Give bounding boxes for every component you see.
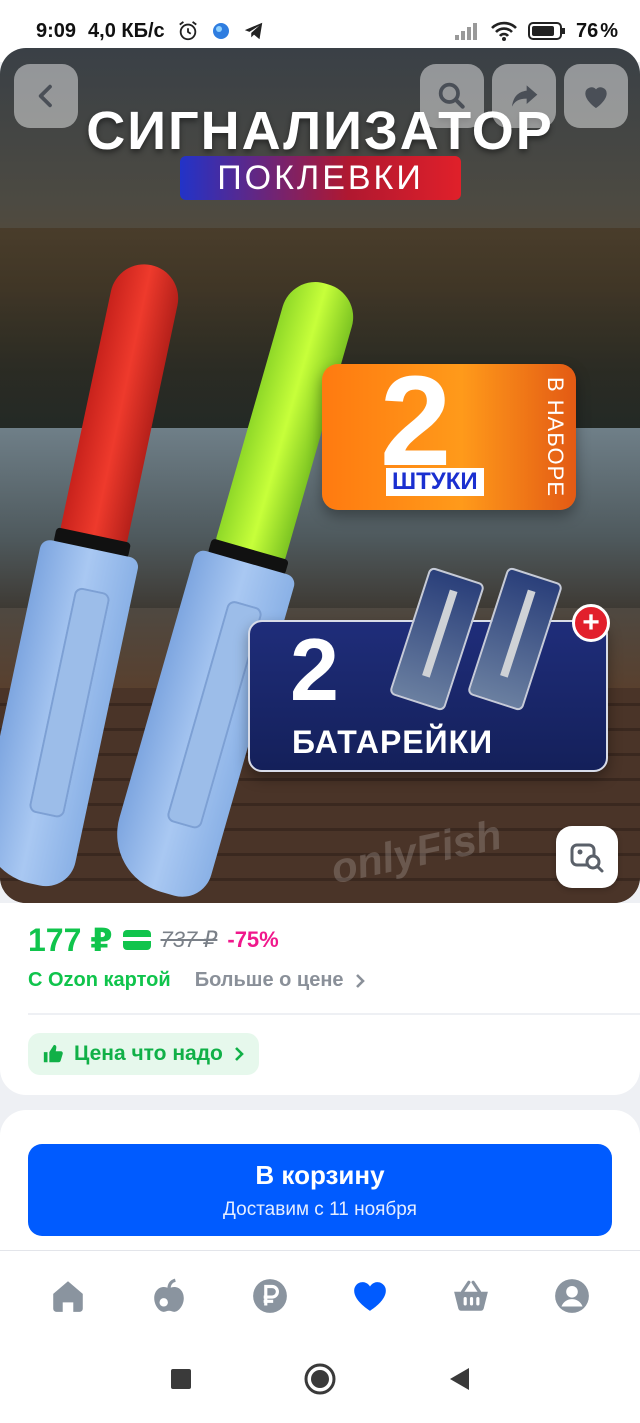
ozon-card-label: С Ozon картой [28, 969, 171, 991]
tab-profile[interactable] [542, 1266, 602, 1326]
add-to-cart-label: В корзину [255, 1160, 385, 1190]
quantity-number: 2 [380, 350, 452, 493]
current-price: 177 ₽ [28, 922, 113, 958]
quantity-badge: 2 ШТУКИ В НАБОРЕ [322, 358, 576, 510]
battery-level: 76 [575, 19, 599, 42]
battery-count: 2 [290, 620, 339, 719]
discount-percent: -75% [227, 927, 279, 952]
good-price-chip[interactable]: Цена что надо [28, 1033, 259, 1075]
system-nav-bar [0, 1340, 640, 1423]
battery-percent-sign: % [600, 19, 618, 42]
old-price: 737 ₽ [160, 927, 218, 952]
plus-badge: + [572, 604, 610, 642]
favorites-icon [354, 1281, 387, 1311]
heart-icon [585, 87, 607, 108]
chevron-left-icon [38, 84, 52, 108]
favorite-button[interactable] [564, 64, 628, 128]
home-nav-button[interactable] [303, 1362, 337, 1401]
thumbs-up-icon [43, 1044, 63, 1063]
chevron-right-icon [355, 973, 365, 988]
product-image[interactable]: СИГНАЛИЗАТОР ПОКЛЕВКИ 2 ШТУКИ В НАБОРЕ 2… [0, 48, 640, 903]
alarm-icon [177, 20, 199, 42]
bottom-tab-bar [0, 1250, 640, 1340]
ruble-icon [252, 1278, 287, 1313]
search-button[interactable] [420, 64, 484, 128]
add-to-cart-button[interactable]: В корзину Доставим с 11 ноября [28, 1144, 612, 1236]
app-screen: 9:09 4,0 КБ/с 76% СИГНАЛИЗАТОР ПОКЛЕВКИ … [0, 0, 640, 1423]
chevron-right-icon [234, 1047, 244, 1061]
cart-icon [454, 1280, 488, 1311]
fresh-icon [154, 1278, 184, 1312]
divider [28, 1013, 640, 1015]
image-subtitle: ПОКЛЕВКИ [180, 156, 461, 200]
back-nav-button[interactable] [447, 1366, 471, 1397]
more-price-label: Больше о цене [194, 969, 344, 991]
triangle-back-icon [450, 1368, 469, 1390]
battery-icon [527, 21, 566, 41]
battery-label: БАТАРЕЙКИ [292, 724, 494, 760]
tab-favorites[interactable] [340, 1266, 400, 1326]
circle-icon [304, 1363, 336, 1395]
share-button[interactable] [492, 64, 556, 128]
recents-button[interactable] [169, 1367, 193, 1396]
card-icon [122, 930, 151, 950]
home-icon [53, 1280, 84, 1312]
image-search-button[interactable] [556, 826, 618, 888]
good-price-label: Цена что надо [74, 1042, 223, 1065]
image-search-icon [570, 843, 604, 873]
app-notification-icon [211, 21, 231, 41]
back-button[interactable] [14, 64, 78, 128]
square-icon [171, 1369, 191, 1389]
tab-cart[interactable] [441, 1266, 501, 1326]
search-icon [438, 82, 465, 109]
more-price-link[interactable]: Больше о цене [195, 969, 366, 992]
profile-icon [554, 1278, 589, 1313]
signal-icon [454, 21, 480, 41]
price-row: 177 ₽ 737 ₽ -75% [28, 921, 279, 959]
telegram-icon [243, 20, 265, 42]
status-speed: 4,0 КБ/с [88, 19, 165, 42]
tab-home[interactable] [38, 1266, 98, 1326]
status-time: 9:09 [36, 19, 77, 42]
quantity-caption: В НАБОРЕ [543, 377, 568, 497]
quantity-units: ШТУКИ [386, 468, 484, 496]
wifi-icon [490, 20, 518, 42]
tab-finance[interactable] [240, 1266, 300, 1326]
share-icon [512, 85, 538, 107]
price-details-row: С Ozon картой Больше о цене [28, 969, 366, 992]
cart-area: В корзину Доставим с 11 ноября [0, 1110, 640, 1250]
price-card: 177 ₽ 737 ₽ -75% С Ozon картой Больше о … [0, 903, 640, 1095]
delivery-date: Доставим с 11 ноября [223, 1199, 417, 1220]
tab-fresh[interactable] [139, 1266, 199, 1326]
